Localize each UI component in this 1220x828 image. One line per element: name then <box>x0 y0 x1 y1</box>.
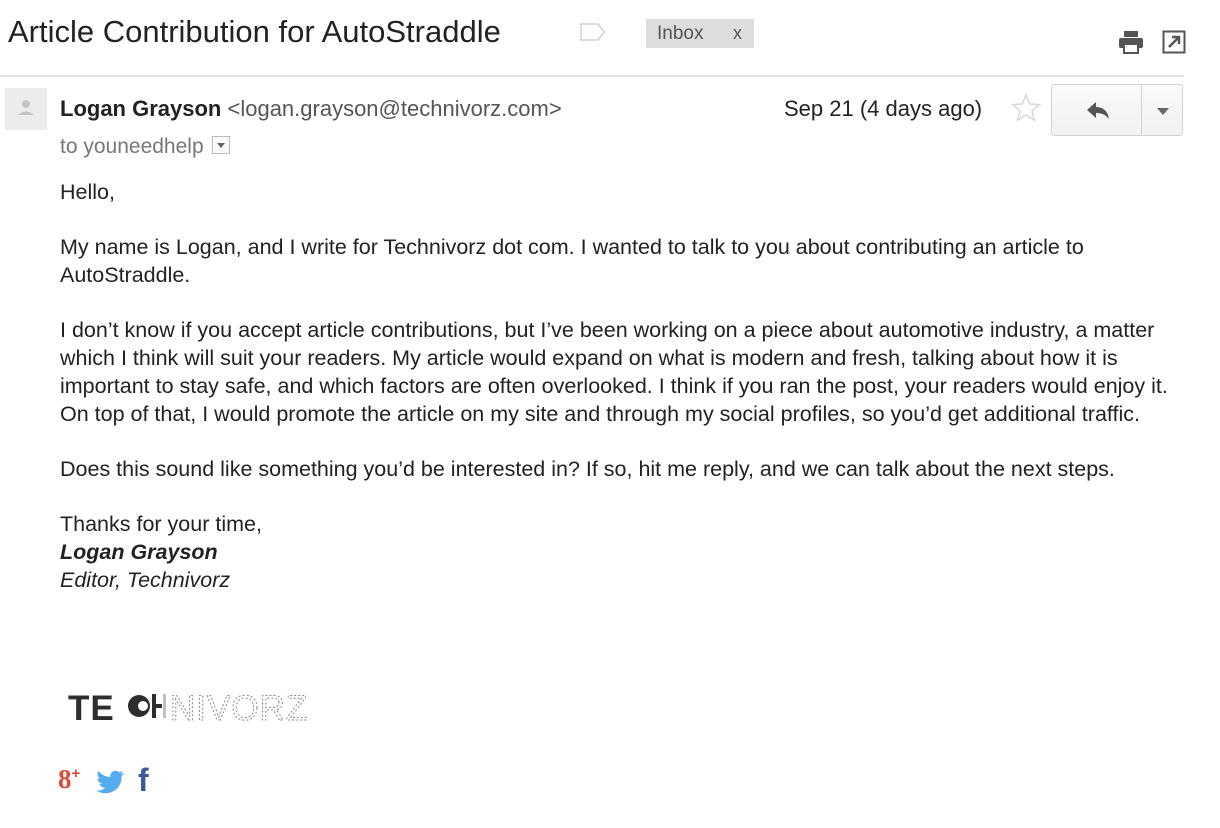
signature-block: Thanks for your time, Logan Grayson Edit… <box>60 510 1170 594</box>
technivorz-logo: TE NIVORZ <box>68 689 308 729</box>
reply-icon <box>1087 102 1109 119</box>
facebook-icon[interactable]: f <box>138 762 149 799</box>
subject-row: Article Contribution for AutoStraddle In… <box>0 8 1220 58</box>
google-plus-icon[interactable]: 8+ <box>58 764 80 795</box>
body-paragraph-3: Does this sound like something you’d be … <box>60 457 1115 481</box>
signature-name: Logan Grayson <box>60 540 218 564</box>
twitter-icon[interactable] <box>95 770 125 794</box>
svg-text:TE: TE <box>68 689 115 728</box>
recipient-text: to youneedhelp <box>60 135 204 158</box>
email-date: Sep 21 (4 days ago) <box>784 96 983 121</box>
body-paragraph-1: My name is Logan, and I write for Techni… <box>60 235 1084 287</box>
print-icon[interactable] <box>1118 30 1144 54</box>
svg-text:NIVORZ: NIVORZ <box>170 689 308 728</box>
popout-icon[interactable] <box>1162 30 1186 54</box>
header-divider <box>0 75 1184 77</box>
signoff: Thanks for your time, <box>60 512 262 536</box>
sender-email: <logan.grayson@technivorz.com> <box>227 96 562 121</box>
social-links: 8+ f <box>58 762 168 799</box>
remove-label-button[interactable]: x <box>733 19 742 48</box>
sender-name[interactable]: Logan Grayson <box>60 96 221 121</box>
sender: Logan Grayson <logan.grayson@technivorz.… <box>60 96 562 122</box>
body-paragraph-2: I don’t know if you accept article contr… <box>60 318 1168 426</box>
recipient-line: to youneedhelp <box>60 135 230 159</box>
email-subject: Article Contribution for AutoStraddle <box>8 14 501 49</box>
show-details-dropdown-icon[interactable] <box>211 136 230 155</box>
signature-title: Editor, Technivorz <box>60 568 231 592</box>
more-options-button[interactable] <box>1141 84 1183 136</box>
reply-button[interactable] <box>1051 84 1142 136</box>
star-icon[interactable] <box>1010 92 1042 124</box>
inbox-label-tag[interactable]: Inbox x <box>646 19 754 48</box>
inbox-label-text: Inbox <box>657 23 704 44</box>
email-body: Hello, My name is Logan, and I write for… <box>60 178 1170 594</box>
avatar-icon <box>5 88 47 130</box>
label-icon[interactable] <box>580 22 606 42</box>
greeting: Hello, <box>60 180 115 204</box>
